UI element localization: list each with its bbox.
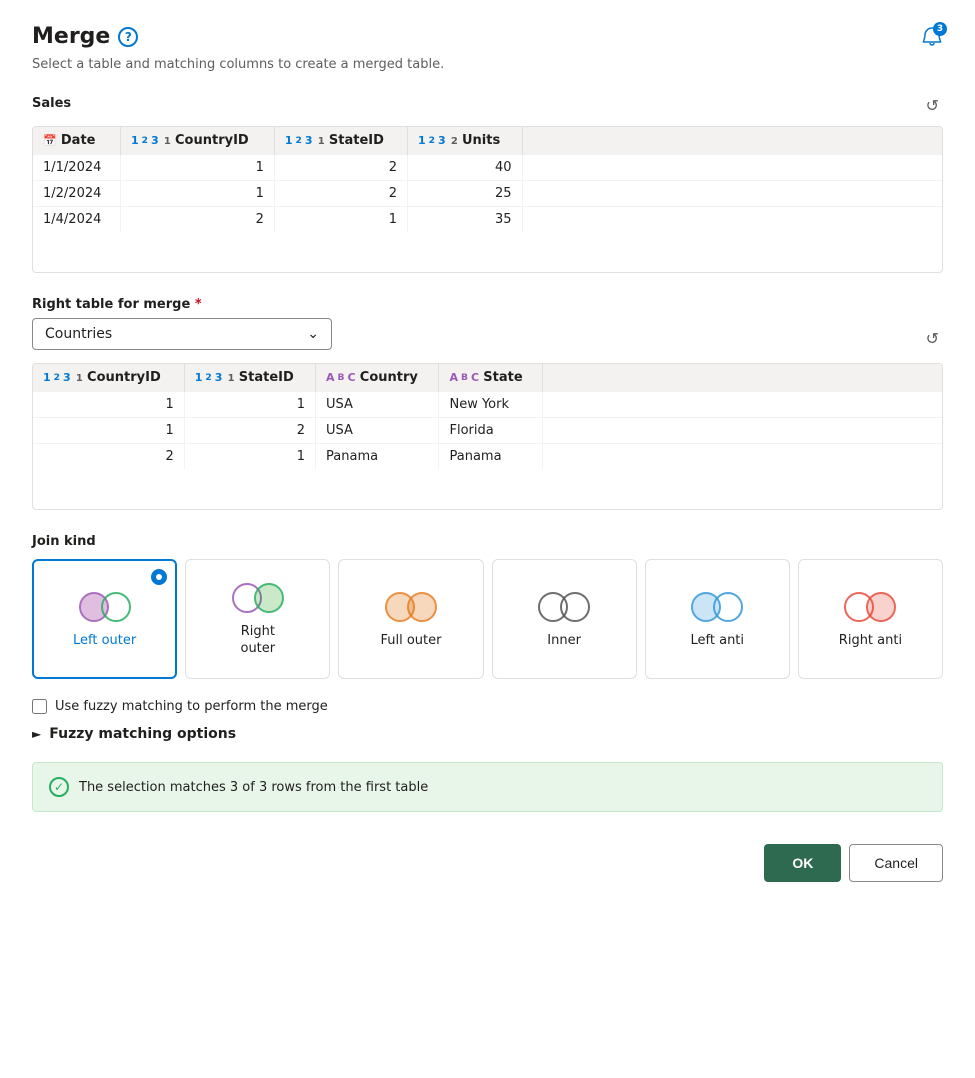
sales-refresh-button[interactable]: ↺ xyxy=(922,92,943,120)
sales-col-date: 📅 Date xyxy=(33,127,120,155)
countries-col-state: ABC State xyxy=(439,364,542,392)
join-option-left-anti[interactable]: Left anti xyxy=(645,559,790,679)
notification-badge: 3 xyxy=(933,22,947,36)
chevron-right-icon: ► xyxy=(32,727,41,741)
join-label-left-outer: Left outer xyxy=(73,633,136,650)
join-label-left-anti: Left anti xyxy=(691,633,745,650)
selected-indicator xyxy=(151,569,167,585)
sales-col-units: 123 2 Units xyxy=(407,127,522,155)
table-row: 1/4/20242135 xyxy=(33,207,942,233)
venn-right-outer xyxy=(228,580,288,616)
fuzzy-options-expander[interactable]: ► Fuzzy matching options xyxy=(32,726,943,742)
help-icon[interactable]: ? xyxy=(118,27,138,47)
footer: OK Cancel xyxy=(32,844,943,882)
join-option-right-anti[interactable]: Right anti xyxy=(798,559,943,679)
match-message: ✓ The selection matches 3 of 3 rows from… xyxy=(32,762,943,812)
venn-right-anti xyxy=(840,589,900,625)
countries-col-countryid: 123 1 CountryID xyxy=(33,364,184,392)
fuzzy-matching-label[interactable]: Use fuzzy matching to perform the merge xyxy=(55,699,328,714)
right-table-label: Right table for merge * xyxy=(32,297,332,312)
join-label-full-outer: Full outer xyxy=(380,633,441,650)
fuzzy-matching-checkbox[interactable] xyxy=(32,699,47,714)
sales-table: 📅 Date 123 1 CountryID 123 1 StateID 123… xyxy=(32,126,943,273)
join-option-left-outer[interactable]: Left outer xyxy=(32,559,177,679)
table-row: 11USANew York xyxy=(33,392,942,418)
join-options: Left outer Rightouter Full outer Inner L… xyxy=(32,559,943,679)
fuzzy-options-label: Fuzzy matching options xyxy=(49,726,236,742)
countries-col-country: ABC Country xyxy=(316,364,439,392)
notifications-icon[interactable]: 3 xyxy=(921,26,943,48)
join-option-full-outer[interactable]: Full outer xyxy=(338,559,483,679)
page-title: Merge xyxy=(32,24,110,49)
sales-col-stateid: 123 1 StateID xyxy=(274,127,407,155)
table-row: 1/2/20241225 xyxy=(33,181,942,207)
table-row: 12USAFlorida xyxy=(33,418,942,444)
table-row: 21PanamaPanama xyxy=(33,444,942,470)
chevron-down-icon: ⌄ xyxy=(307,326,319,342)
join-label-right-outer: Rightouter xyxy=(240,624,275,658)
join-label-right-anti: Right anti xyxy=(839,633,902,650)
countries-refresh-button[interactable]: ↺ xyxy=(922,325,943,353)
join-option-inner[interactable]: Inner xyxy=(492,559,637,679)
join-option-right-outer[interactable]: Rightouter xyxy=(185,559,330,679)
sales-col-empty xyxy=(522,127,942,155)
sales-table-label: Sales xyxy=(32,96,71,111)
sales-col-countryid: 123 1 CountryID xyxy=(120,127,274,155)
venn-inner xyxy=(534,589,594,625)
venn-left-anti xyxy=(687,589,747,625)
match-message-text: The selection matches 3 of 3 rows from t… xyxy=(79,780,428,795)
table-row: 1/1/20241240 xyxy=(33,155,942,181)
subtitle: Select a table and matching columns to c… xyxy=(32,57,943,72)
right-table-dropdown[interactable]: Countries ⌄ xyxy=(32,318,332,350)
venn-full-outer xyxy=(381,589,441,625)
ok-button[interactable]: OK xyxy=(764,844,841,882)
cancel-button[interactable]: Cancel xyxy=(849,844,943,882)
countries-table: 123 1 CountryID 123 1 StateID ABC Countr… xyxy=(32,363,943,510)
join-label-inner: Inner xyxy=(547,633,581,650)
countries-col-empty xyxy=(542,364,942,392)
check-icon: ✓ xyxy=(49,777,69,797)
fuzzy-matching-row: Use fuzzy matching to perform the merge xyxy=(32,699,943,714)
join-kind-label: Join kind xyxy=(32,534,943,549)
venn-left-outer xyxy=(75,589,135,625)
countries-col-stateid: 123 1 StateID xyxy=(184,364,315,392)
